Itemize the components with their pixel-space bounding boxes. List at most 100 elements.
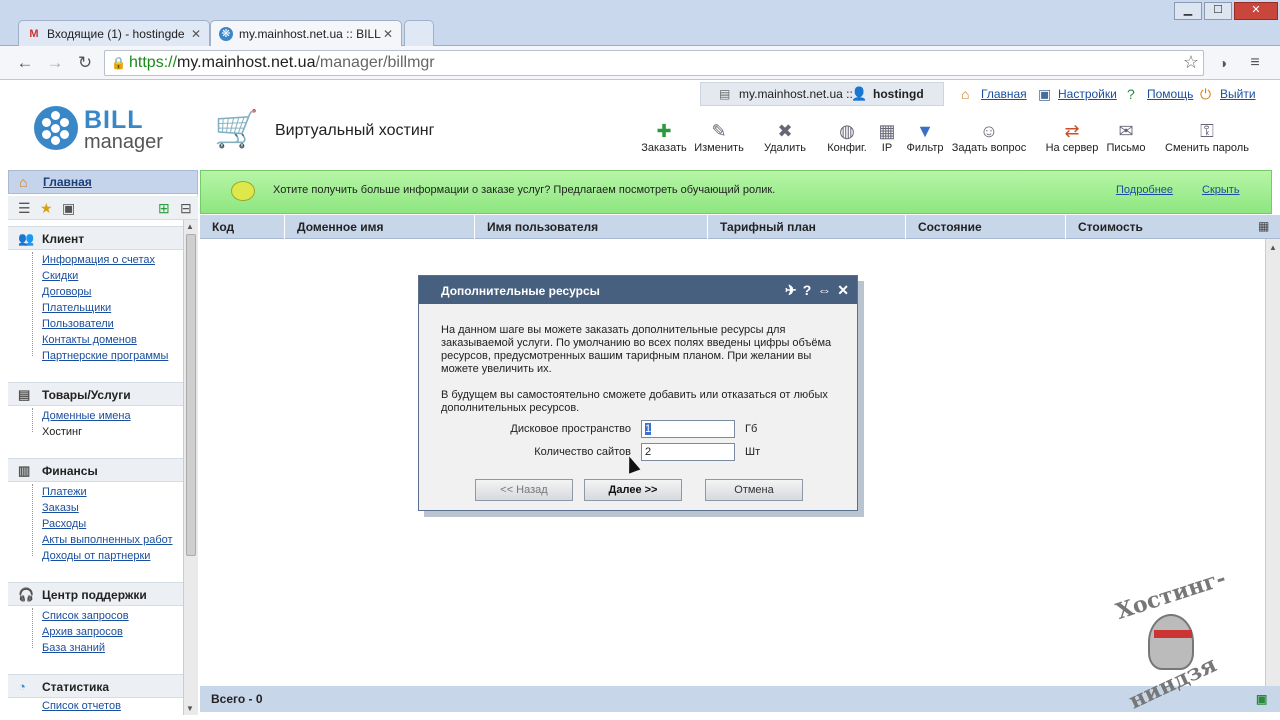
briefcase-icon[interactable]: ▣	[62, 200, 75, 217]
additional-resources-dialog: Дополнительные ресурсы ✈? ⇔ ✕ На данном ша…	[418, 275, 858, 511]
window-close-button[interactable]: ✕	[1234, 2, 1278, 20]
sidebar-link-current[interactable]: Хостинг	[42, 426, 82, 438]
link-logout[interactable]: ⏻ Выйти	[1200, 86, 1256, 102]
headset-icon: 🎧	[18, 587, 35, 602]
sidebar-link[interactable]: Акты выполненных работ	[42, 534, 173, 546]
ask-question-button[interactable]: ☺ Задать вопрос	[950, 120, 1028, 160]
url-input[interactable]: 🔒 https://my.mainhost.net.ua/manager/bil…	[104, 50, 1204, 76]
expand-all-icon[interactable]: ⊞	[158, 200, 170, 217]
sidebar-link[interactable]: Скидки	[42, 270, 78, 282]
dialog-header: Дополнительные ресурсы ✈? ⇔ ✕	[419, 276, 857, 304]
sidebar-link[interactable]: Пользователи	[42, 318, 114, 330]
tab-billmanager[interactable]: ❋ my.mainhost.net.ua :: BILL ✕	[210, 20, 402, 46]
sidebar-section-support[interactable]: 🎧 Центр поддержки	[8, 582, 183, 606]
resize-icon[interactable]: ⇔	[817, 282, 831, 298]
sidebar-link[interactable]: База знаний	[42, 642, 105, 654]
table-settings-icon[interactable]: ▦	[1258, 219, 1269, 233]
collapse-all-icon[interactable]: ⊟	[180, 200, 192, 217]
minimize-button[interactable]: ▁	[1174, 2, 1202, 20]
disk-space-label: Дисковое пространство	[510, 423, 631, 435]
favorites-star-icon[interactable]: ★	[40, 200, 53, 217]
sidebar-scrollbar[interactable]: ▲ ▼	[183, 220, 198, 715]
logo-icon	[34, 106, 78, 150]
sidebar-link[interactable]: Расходы	[42, 518, 86, 530]
menu-icon[interactable]: ≡	[1244, 52, 1266, 74]
sidebar-link[interactable]: Платежи	[42, 486, 87, 498]
sidebar-link[interactable]: Архив запросов	[42, 626, 123, 638]
sidebar-link[interactable]: Список запросов	[42, 610, 129, 622]
close-icon[interactable]: ✕	[191, 21, 201, 46]
back-arrow-icon[interactable]: ←	[14, 52, 36, 74]
to-server-button[interactable]: ⇄ На сервер	[1044, 120, 1100, 160]
sidebar-link[interactable]: Доменные имена	[42, 410, 131, 422]
extension-icon[interactable]: ◑	[1212, 52, 1234, 74]
support-icon: ☺	[979, 121, 999, 141]
sidebar-link[interactable]: Партнерские программы	[42, 350, 168, 362]
session-user: hostingd	[873, 87, 924, 101]
close-icon[interactable]: ✕	[837, 282, 849, 298]
pie-chart-icon: ◔	[18, 679, 26, 694]
delete-button[interactable]: ✖ Удалить	[760, 120, 810, 160]
disk-space-input[interactable]: 1	[641, 420, 735, 438]
sidebar-link[interactable]: Доходы от партнерки	[42, 550, 150, 562]
hide-link[interactable]: Скрыть	[1202, 184, 1240, 196]
filter-button[interactable]: ▼ Фильтр	[904, 120, 946, 160]
column-header[interactable]: Состояние	[906, 215, 1066, 239]
table-header: Код Доменное имя Имя пользователя Тарифн…	[200, 215, 1280, 239]
address-bar: ← → ↻ 🔒 https://my.mainhost.net.ua/manag…	[0, 46, 1280, 80]
letter-button[interactable]: ✉ Письмо	[1104, 120, 1148, 160]
sidebar-link[interactable]: Заказы	[42, 502, 79, 514]
ip-button[interactable]: ▦ IP	[874, 120, 900, 160]
add-document-icon: ✚	[656, 121, 672, 141]
sidebar-section-stats[interactable]: ◔ Статистика	[8, 674, 183, 698]
more-link[interactable]: Подробнее	[1116, 184, 1173, 196]
delete-icon: ✖	[777, 121, 793, 141]
column-header[interactable]: Стоимость	[1066, 215, 1262, 239]
finance-icon: ▥	[18, 463, 31, 478]
cancel-button[interactable]: Отмена	[705, 479, 803, 501]
tab-title: Входящие (1) - hostingde	[47, 27, 185, 41]
sidebar-link[interactable]: Договоры	[42, 286, 91, 298]
pin-icon[interactable]: ✈	[785, 282, 797, 298]
sidebar-item-home[interactable]: ⌂ Главная	[8, 170, 198, 194]
forward-arrow-icon[interactable]: →	[44, 52, 66, 74]
column-header[interactable]: Код	[200, 215, 285, 239]
sites-count-unit: Шт	[745, 446, 761, 458]
dialog-note: В будущем вы самостоятельно сможете доба…	[441, 389, 828, 414]
link-help[interactable]: ? Помощь	[1127, 86, 1193, 102]
sidebar-link[interactable]: Список отчетов	[42, 700, 121, 712]
column-header[interactable]: Имя пользователя	[475, 215, 708, 239]
maximize-button[interactable]: ☐	[1204, 2, 1232, 20]
sidebar-link[interactable]: Контакты доменов	[42, 334, 137, 346]
list-view-icon[interactable]: ☰	[18, 200, 31, 217]
link-settings[interactable]: ▣ Настройки	[1038, 86, 1117, 102]
order-button[interactable]: ✚ Заказать	[638, 120, 690, 160]
network-icon: ▦	[878, 121, 896, 141]
new-tab-button[interactable]	[404, 20, 434, 46]
change-password-button[interactable]: ⚿ Сменить пароль	[1163, 120, 1251, 160]
billmanager-app: ▤ my.mainhost.net.ua :: 👤 hostingd ⌂ Глав…	[0, 80, 1280, 720]
edit-button[interactable]: ✎ Изменить	[692, 120, 746, 160]
reload-icon[interactable]: ↻	[74, 52, 96, 74]
sidebar-section-goods[interactable]: ▤ Товары/Услуги	[8, 382, 183, 406]
tab-gmail[interactable]: M Входящие (1) - hostingde ✕	[18, 20, 210, 46]
bookmark-star-icon[interactable]: ☆	[1183, 52, 1199, 73]
info-banner: Хотите получить больше информации о зака…	[200, 170, 1272, 214]
link-home[interactable]: ⌂ Главная	[961, 86, 1027, 102]
column-header[interactable]: Тарифный план	[708, 215, 906, 239]
sidebar-section-client[interactable]: 👥 Клиент	[8, 226, 183, 250]
back-button[interactable]: << Назад	[475, 479, 573, 501]
help-icon[interactable]: ?	[803, 282, 812, 298]
scroll-up-icon: ▲	[1269, 243, 1277, 252]
scroll-thumb[interactable]	[186, 234, 196, 556]
excel-export-icon[interactable]: ▣	[1256, 692, 1267, 706]
next-button[interactable]: Далее >>	[584, 479, 682, 501]
sidebar-link[interactable]: Плательщики	[42, 302, 111, 314]
table-scrollbar[interactable]: ▲	[1265, 239, 1280, 686]
sidebar-section-finance[interactable]: ▥ Финансы	[8, 458, 183, 482]
sites-count-input[interactable]: 2	[641, 443, 735, 461]
config-button[interactable]: ◍ Конфиг.	[822, 120, 872, 160]
sidebar-link[interactable]: Информация о счетах	[42, 254, 155, 266]
column-header[interactable]: Доменное имя	[285, 215, 475, 239]
close-icon[interactable]: ✕	[383, 21, 393, 46]
